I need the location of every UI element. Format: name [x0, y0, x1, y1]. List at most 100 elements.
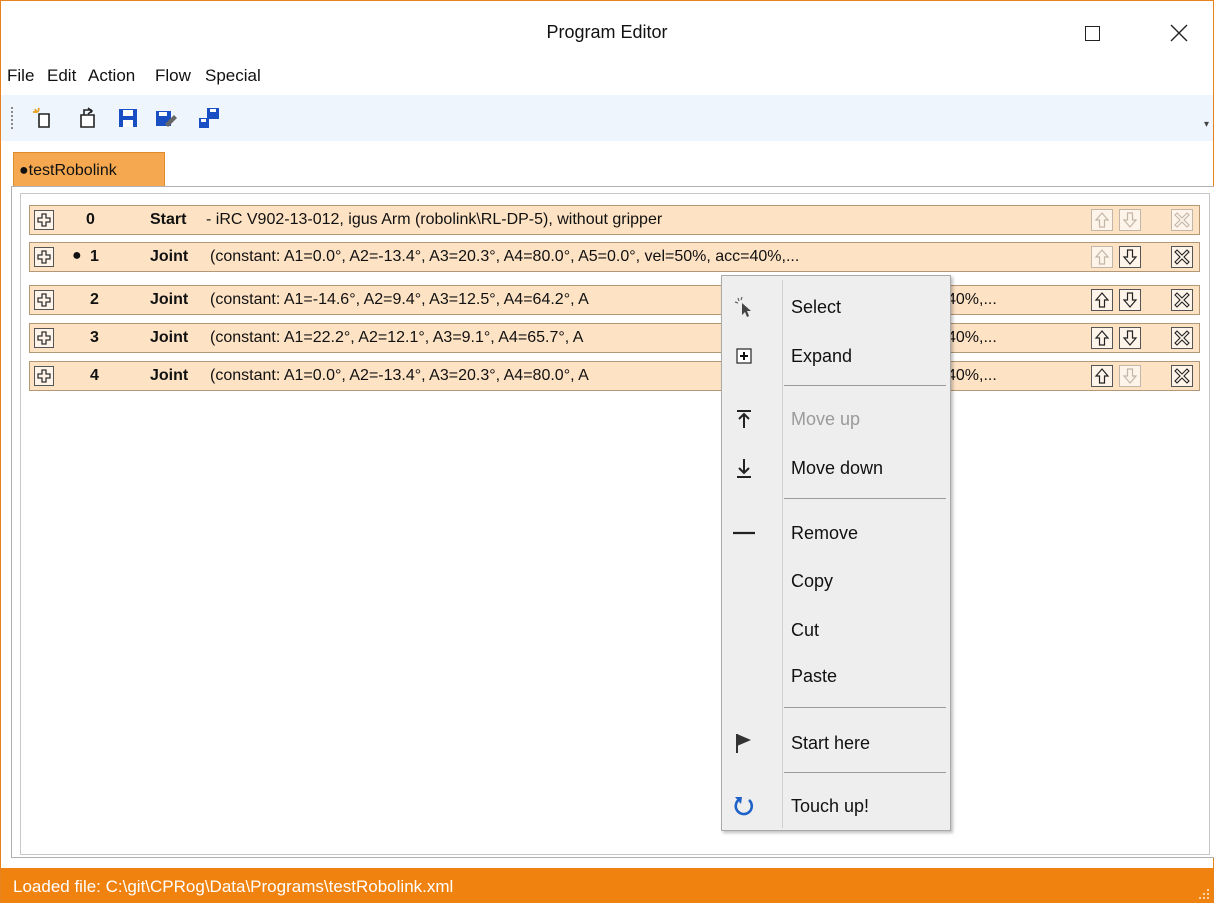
row-kind: Joint: [150, 329, 189, 346]
row-kind: Joint: [150, 367, 189, 384]
menu-item-expand[interactable]: Expand: [722, 336, 950, 376]
arrow-up-icon: [1094, 368, 1110, 384]
toolbar-grip[interactable]: [11, 107, 13, 129]
close-button[interactable]: [1149, 9, 1209, 55]
send-to-robot-icon: [199, 108, 219, 128]
menu-file[interactable]: File: [7, 66, 34, 86]
menu-item-label: Paste: [791, 666, 838, 686]
menu-item-label: Start here: [791, 733, 871, 753]
remove-row-button[interactable]: [1171, 209, 1193, 231]
maximize-button[interactable]: [1063, 9, 1123, 55]
move-down-button[interactable]: [1119, 327, 1141, 349]
row-description-tail: 40%,...: [947, 367, 997, 384]
minus-icon: [733, 531, 755, 535]
row-description: - iRC V902-13-012, igus Arm (robolink\RL…: [206, 211, 663, 228]
tab-testrobolink[interactable]: ●testRobolink: [13, 152, 165, 187]
menu-separator: [784, 498, 946, 499]
open-program-icon: [80, 107, 95, 128]
row-description-tail: 40%,...: [947, 291, 997, 308]
remove-row-button[interactable]: [1171, 246, 1193, 268]
menu-separator: [784, 385, 946, 386]
menu-item-move-down[interactable]: Move down: [722, 448, 950, 488]
expand-row-button[interactable]: [34, 210, 54, 230]
menu-special[interactable]: Special: [205, 66, 261, 86]
arrow-up-icon: [1094, 249, 1110, 265]
expand-row-button[interactable]: [34, 328, 54, 348]
remove-icon: [1174, 330, 1190, 346]
arrow-down-icon: [1122, 212, 1138, 228]
plus-icon: [37, 369, 51, 383]
flag-icon: [736, 734, 751, 753]
menu-item-remove[interactable]: Remove: [722, 513, 950, 553]
move-up-button[interactable]: [1091, 327, 1113, 349]
plus-icon: [37, 293, 51, 307]
menu-edit[interactable]: Edit: [47, 66, 76, 86]
new-program-button[interactable]: [31, 106, 55, 130]
move-down-button[interactable]: [1119, 209, 1141, 231]
toolbar-overflow-icon[interactable]: ▾: [1204, 119, 1209, 130]
plus-icon: [37, 213, 51, 227]
window-title: Program Editor: [546, 22, 668, 42]
move-up-button[interactable]: [1091, 365, 1113, 387]
arrow-up-icon: [1094, 292, 1110, 308]
menu-item-copy[interactable]: Copy: [722, 561, 950, 601]
menu-item-label: Remove: [791, 523, 859, 543]
resize-grip-icon[interactable]: [1198, 888, 1210, 900]
menu-item-label: Cut: [791, 620, 820, 640]
remove-row-button[interactable]: [1171, 289, 1193, 311]
menu-action[interactable]: Action: [88, 66, 135, 86]
save-as-button[interactable]: [154, 106, 178, 130]
save-button[interactable]: [116, 106, 140, 130]
move-up-button[interactable]: [1091, 209, 1113, 231]
menu-item-move-up[interactable]: Move up: [722, 399, 950, 439]
send-to-robot-button[interactable]: [197, 106, 221, 130]
remove-icon: [1174, 212, 1190, 228]
move-down-button[interactable]: [1119, 246, 1141, 268]
menu-item-label: Move up: [791, 409, 861, 429]
program-row[interactable]: 3 Joint (constant: A1=22.2°, A2=12.1°, A…: [29, 323, 1200, 353]
menu-item-label: Expand: [791, 346, 853, 366]
program-row[interactable]: ● 1 Joint (constant: A1=0.0°, A2=-13.4°,…: [29, 242, 1200, 272]
program-row[interactable]: 2 Joint (constant: A1=-14.6°, A2=9.4°, A…: [29, 285, 1200, 315]
title-bar: Program Editor: [1, 1, 1213, 61]
status-text: Loaded file: C:\git\CPRog\Data\Programs\…: [13, 877, 454, 896]
move-up-button[interactable]: [1091, 289, 1113, 311]
plus-icon: [37, 331, 51, 345]
menu-bar: File Edit Action Flow Special: [1, 61, 1213, 93]
menu-item-paste[interactable]: Paste: [722, 656, 950, 696]
row-index: 0: [86, 211, 95, 228]
program-row[interactable]: 4 Joint (constant: A1=0.0°, A2=-13.4°, A…: [29, 361, 1200, 391]
remove-icon: [1174, 368, 1190, 384]
move-up-button[interactable]: [1091, 246, 1113, 268]
select-pointer-icon: [734, 296, 751, 317]
maximize-icon: [1085, 26, 1100, 41]
expand-row-button[interactable]: [34, 247, 54, 267]
menu-item-cut[interactable]: Cut: [722, 610, 950, 650]
move-to-top-icon: [737, 410, 751, 428]
menu-flow[interactable]: Flow: [155, 66, 191, 86]
arrow-down-icon: [1122, 330, 1138, 346]
row-kind: Joint: [150, 291, 189, 308]
move-down-button[interactable]: [1119, 365, 1141, 387]
open-program-button[interactable]: [75, 106, 99, 130]
row-kind: Start: [150, 211, 187, 228]
remove-icon: [1174, 249, 1190, 265]
remove-row-button[interactable]: [1171, 365, 1193, 387]
remove-row-button[interactable]: [1171, 327, 1193, 349]
row-index: 3: [90, 329, 99, 346]
arrow-down-icon: [1122, 368, 1138, 384]
menu-item-start-here[interactable]: Start here: [722, 723, 950, 763]
menu-item-label: Copy: [791, 571, 834, 591]
expand-row-button[interactable]: [34, 290, 54, 310]
menu-item-label: Move down: [791, 458, 884, 478]
row-marker: ●: [72, 247, 82, 264]
program-row[interactable]: 0 Start - iRC V902-13-012, igus Arm (rob…: [29, 205, 1200, 235]
save-icon: [119, 109, 137, 127]
menu-item-touch-up[interactable]: Touch up!: [722, 786, 950, 826]
expand-row-button[interactable]: [34, 366, 54, 386]
move-down-button[interactable]: [1119, 289, 1141, 311]
menu-item-select[interactable]: Select: [722, 287, 950, 327]
program-editor-window: Program Editor File Edit Action Flow Spe…: [0, 0, 1214, 903]
toolbar: ▾: [1, 95, 1213, 141]
row-description: (constant: A1=22.2°, A2=12.1°, A3=9.1°, …: [210, 329, 584, 346]
